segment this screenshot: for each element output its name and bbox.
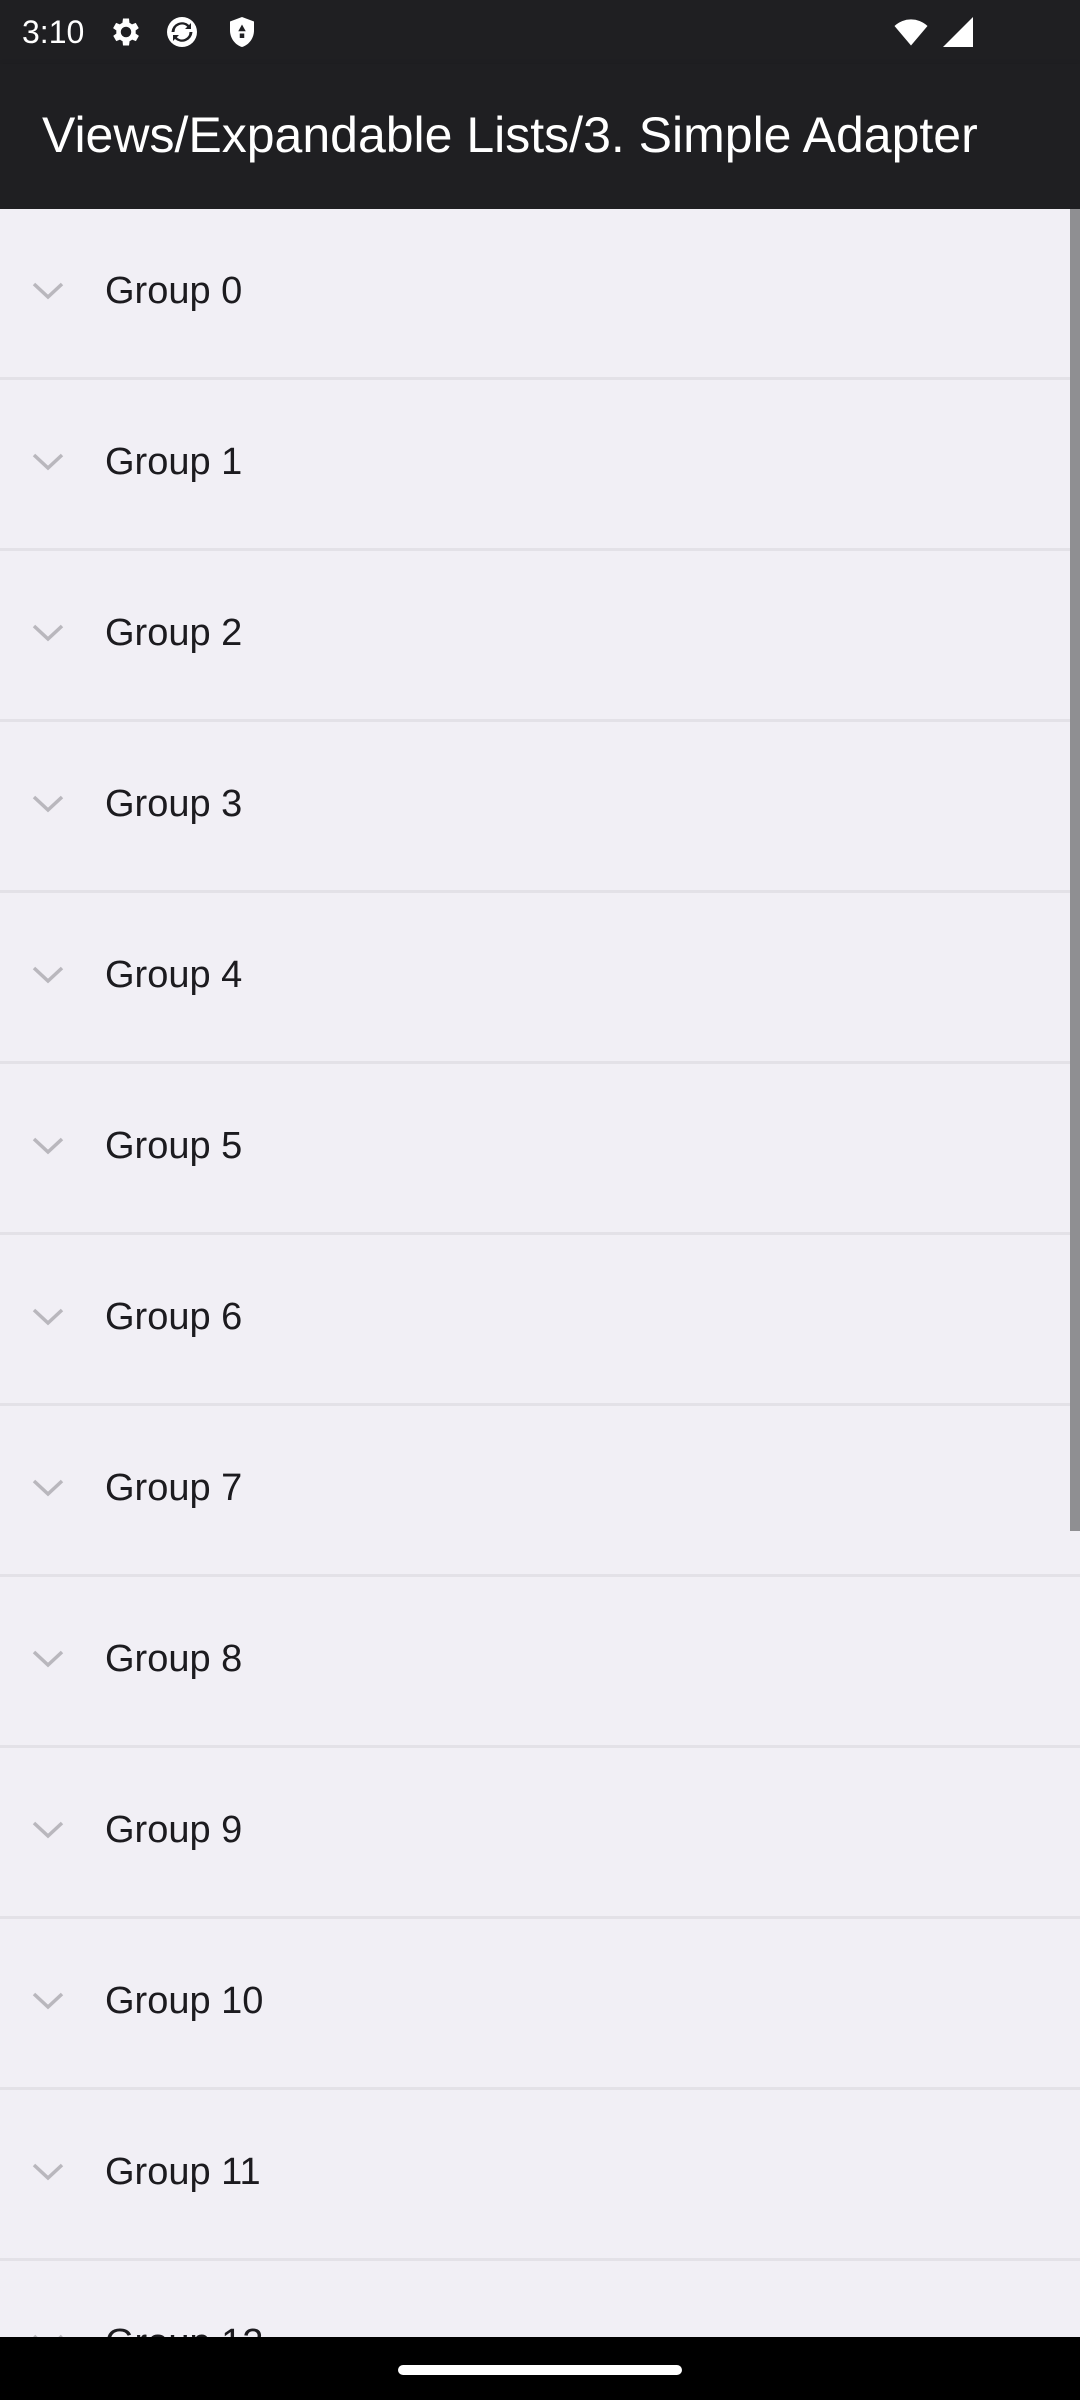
list-group-item[interactable]: Group 4 <box>0 893 1080 1064</box>
chevron-down-icon <box>32 624 64 642</box>
group-label: Group 4 <box>105 954 243 996</box>
group-label: Group 0 <box>105 270 243 312</box>
page-title: Views/Expandable Lists/3. Simple Adapter <box>42 107 978 163</box>
list-group-item[interactable]: Group 10 <box>0 1919 1080 2090</box>
chevron-down-icon <box>32 1308 64 1326</box>
group-label: Group 3 <box>105 783 243 825</box>
group-label: Group 6 <box>105 1296 243 1338</box>
signal-icon <box>943 17 973 47</box>
list-group-item[interactable]: Group 12 <box>0 2261 1080 2337</box>
chevron-down-icon <box>32 282 64 300</box>
shield-icon <box>230 17 254 47</box>
chevron-down-icon <box>32 1479 64 1497</box>
gear-icon <box>113 18 139 46</box>
list-group-item[interactable]: Group 11 <box>0 2090 1080 2261</box>
list-group-item[interactable]: Group 9 <box>0 1748 1080 1919</box>
status-time: 3:10 <box>22 14 85 50</box>
sync-icon <box>167 17 197 47</box>
group-label: Group 8 <box>105 1638 243 1680</box>
chevron-down-icon <box>32 795 64 813</box>
chevron-down-icon <box>32 1650 64 1668</box>
chevron-down-icon <box>32 1992 64 2010</box>
group-label: Group 11 <box>105 2151 261 2193</box>
navigation-bar <box>0 2337 1080 2400</box>
chevron-down-icon <box>32 2163 64 2181</box>
wifi-icon <box>894 19 928 46</box>
scrollbar[interactable] <box>1070 209 1080 1531</box>
group-label: Group 10 <box>105 1980 264 2022</box>
chevron-down-icon <box>32 1821 64 1839</box>
list-group-item[interactable]: Group 0 <box>0 209 1080 380</box>
group-label: Group 7 <box>105 1467 243 1509</box>
list-group-item[interactable]: Group 2 <box>0 551 1080 722</box>
chevron-down-icon <box>32 453 64 471</box>
chevron-down-icon <box>32 966 64 984</box>
status-bar: 3:10 <box>0 0 1080 64</box>
expandable-list[interactable]: Group 0 Group 1 Group 2 Group 3 Group 4 … <box>0 209 1080 2337</box>
group-label: Group 1 <box>105 441 243 483</box>
chevron-down-icon <box>32 1137 64 1155</box>
group-label: Group 2 <box>105 612 243 654</box>
list-group-item[interactable]: Group 7 <box>0 1406 1080 1577</box>
list-group-item[interactable]: Group 1 <box>0 380 1080 551</box>
app-bar: Views/Expandable Lists/3. Simple Adapter <box>0 64 1080 209</box>
list-group-item[interactable]: Group 3 <box>0 722 1080 893</box>
group-label: Group 5 <box>105 1125 243 1167</box>
group-label: Group 9 <box>105 1809 243 1851</box>
group-label: Group 12 <box>105 2319 263 2337</box>
home-gesture-handle[interactable] <box>398 2365 682 2375</box>
list-group-item[interactable]: Group 5 <box>0 1064 1080 1235</box>
list-group-item[interactable]: Group 6 <box>0 1235 1080 1406</box>
list-group-item[interactable]: Group 8 <box>0 1577 1080 1748</box>
